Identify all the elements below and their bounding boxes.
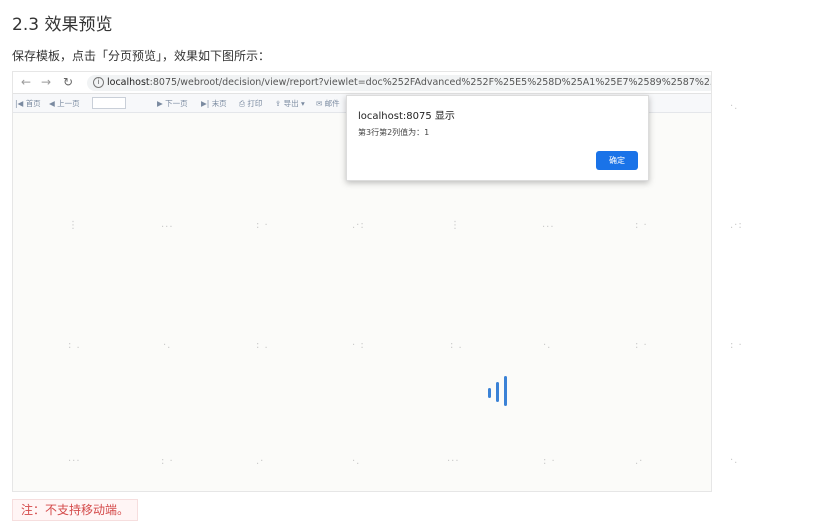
background-mark: ··· <box>447 456 460 467</box>
loading-spinner-icon <box>488 374 518 406</box>
background-mark: : · <box>256 220 269 231</box>
info-icon[interactable]: i <box>93 77 104 88</box>
background-mark: : · <box>730 340 743 351</box>
export-label: 导出 <box>283 99 299 108</box>
next-page-label: 下一页 <box>165 99 188 108</box>
spinner-bar <box>496 382 499 402</box>
note-callout: 注：不支持移动端。 <box>12 499 139 521</box>
alert-dialog: localhost:8075 显示 第3行第2列值为：1 确定 <box>346 95 649 181</box>
background-mark: : · <box>543 456 556 467</box>
intro-text: 保存模板，点击「分页预览」，效果如下图所示： <box>12 49 271 63</box>
reload-icon[interactable]: ↻ <box>63 75 73 89</box>
background-mark: ·. <box>163 340 172 351</box>
background-mark: : . <box>256 340 269 351</box>
url-host: localhost <box>107 77 150 88</box>
browser-address-bar: ← → ↻ i localhost:8075/webroot/decision/… <box>13 72 712 94</box>
mail-button[interactable]: ✉ 邮件 <box>316 98 340 109</box>
background-mark: : . <box>68 340 81 351</box>
background-mark: ⋮ <box>450 220 461 231</box>
background-mark: : . <box>450 340 463 351</box>
background-mark: ··· <box>542 222 555 233</box>
background-mark: ⋮ <box>68 220 79 231</box>
background-mark: ··· <box>161 222 174 233</box>
background-mark: : · <box>161 456 174 467</box>
arrow-right-icon[interactable]: → <box>41 75 51 89</box>
spinner-bar <box>504 376 507 406</box>
ok-button[interactable]: 确定 <box>596 151 638 170</box>
first-page-label: 首页 <box>25 99 41 108</box>
background-mark: .· <box>635 456 644 467</box>
print-label: 打印 <box>247 99 263 108</box>
spinner-bar <box>488 388 491 398</box>
next-page-button[interactable]: ▶ 下一页 <box>157 98 188 109</box>
last-page-label: 末页 <box>211 99 227 108</box>
background-mark: ·. <box>730 101 739 112</box>
background-mark: .·: <box>730 220 743 231</box>
export-button[interactable]: ⇪ 导出 ▾ <box>275 98 305 109</box>
background-mark: ·. <box>730 455 739 466</box>
background-mark: ·. <box>543 340 552 351</box>
print-button[interactable]: ⎙ 打印 <box>239 98 262 109</box>
dialog-message: 第3行第2列值为：1 <box>358 128 430 137</box>
prev-page-label: 上一页 <box>57 99 80 108</box>
background-mark: · : <box>352 340 365 351</box>
prev-page-button[interactable]: ◀ 上一页 <box>49 98 80 109</box>
background-mark: ·. <box>352 456 361 467</box>
dialog-title: localhost:8075 显示 <box>358 111 455 122</box>
mail-label: 邮件 <box>324 99 340 108</box>
background-mark: .· <box>256 456 265 467</box>
background-mark: ··· <box>68 456 81 467</box>
page-number-input[interactable] <box>92 97 126 109</box>
preview-screenshot: ← → ↻ i localhost:8075/webroot/decision/… <box>12 71 712 492</box>
background-mark: : · <box>635 220 648 231</box>
section-heading: 2.3 效果预览 <box>12 15 113 35</box>
background-mark: .·: <box>352 220 365 231</box>
first-page-button[interactable]: |◀ 首页 <box>15 98 41 109</box>
background-mark: : · <box>635 340 648 351</box>
url-path: :8075/webroot/decision/view/report?viewl… <box>149 77 712 88</box>
last-page-button[interactable]: ▶| 末页 <box>201 98 227 109</box>
arrow-left-icon[interactable]: ← <box>21 75 31 89</box>
url-field[interactable]: i localhost:8075/webroot/decision/view/r… <box>87 75 712 91</box>
